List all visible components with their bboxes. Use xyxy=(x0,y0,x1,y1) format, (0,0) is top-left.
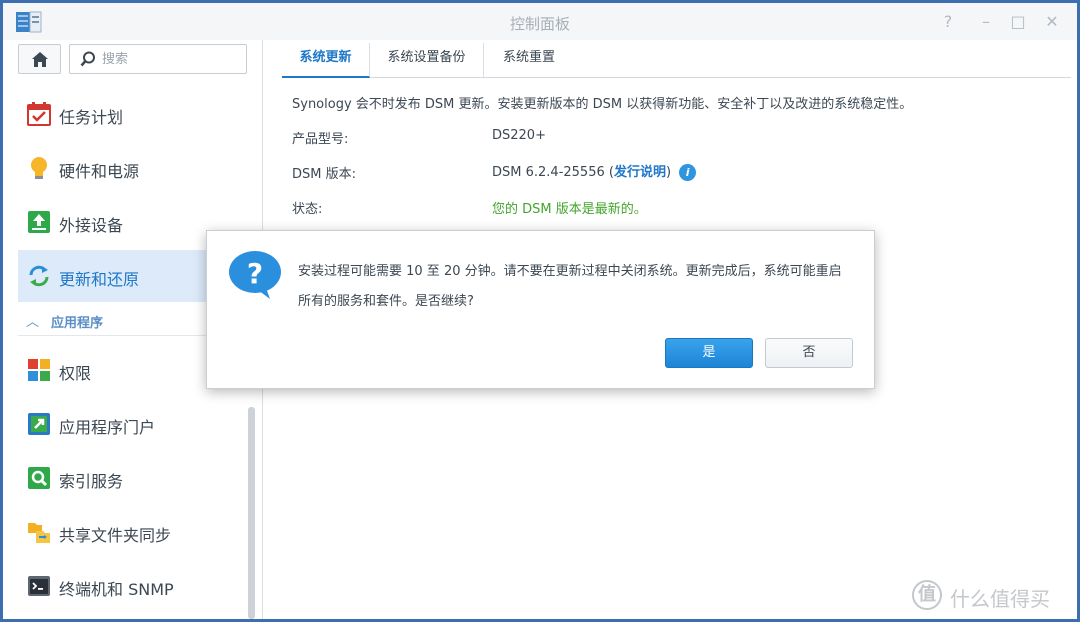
update-intro-text: Synology 会不时发布 DSM 更新。安装更新版本的 DSM 以获得新功能… xyxy=(292,97,913,112)
sidebar-item-label: 终端机和 SNMP xyxy=(59,580,174,599)
question-icon: ? xyxy=(229,251,281,299)
lightbulb-icon xyxy=(31,157,47,179)
sidebar-item-label: 索引服务 xyxy=(59,472,124,491)
watermark: 值 什么值得买 xyxy=(912,580,1072,612)
close-button[interactable]: ✕ xyxy=(1042,12,1062,32)
window-title: 控制面板 xyxy=(509,15,570,33)
terminal-icon xyxy=(28,576,50,596)
model-value: DS220+ xyxy=(492,128,546,143)
external-device-icon xyxy=(28,211,50,233)
search-icon xyxy=(80,51,95,67)
chevron-up-icon: ︿ xyxy=(26,315,40,330)
sidebar-item-indexing-service[interactable]: 索引服务 xyxy=(18,452,208,504)
search-box[interactable] xyxy=(69,44,247,74)
sidebar-scrollbar[interactable] xyxy=(248,407,255,619)
status-value: 您的 DSM 版本是最新的。 xyxy=(492,202,647,217)
title-bar: 控制面板 ? – □ ✕ xyxy=(3,3,1077,40)
folder-sync-icon xyxy=(28,523,50,543)
search-input[interactable] xyxy=(102,49,242,69)
update-restore-icon xyxy=(29,265,49,287)
sidebar-item-hardware-power[interactable]: 硬件和电源 xyxy=(18,142,208,194)
sidebar-item-task-scheduler[interactable]: 任务计划 xyxy=(18,88,208,140)
sidebar-item-label: 更新和还原 xyxy=(59,270,140,289)
sidebar-item-label: 应用程序门户 xyxy=(59,418,156,437)
section-label: 应用程序 xyxy=(51,316,104,331)
sidebar-item-external-devices[interactable]: 外接设备 xyxy=(18,196,208,248)
tab-config-backup[interactable]: 系统设置备份 xyxy=(370,43,484,78)
help-button[interactable]: ? xyxy=(938,12,958,32)
yes-button[interactable]: 是 xyxy=(665,338,753,368)
sidebar-item-terminal-snmp[interactable]: 终端机和 SNMP xyxy=(18,560,208,612)
sidebar-item-label: 任务计划 xyxy=(59,108,124,127)
home-icon xyxy=(32,52,48,67)
tab-bar: 系统更新 系统设置备份 系统重置 xyxy=(282,40,1071,78)
watermark-logo: 值 xyxy=(912,580,942,610)
sidebar-item-privileges[interactable]: 权限 xyxy=(18,344,208,396)
privileges-icon xyxy=(28,359,50,381)
tab-system-reset[interactable]: 系统重置 xyxy=(484,43,574,78)
sidebar-item-label: 共享文件夹同步 xyxy=(59,526,172,545)
tab-system-update[interactable]: 系统更新 xyxy=(282,43,370,78)
sidebar-item-update-restore[interactable]: 更新和还原 xyxy=(18,250,208,302)
app-portal-icon xyxy=(28,413,50,435)
dsm-version-row: DSM 6.2.4-25556 (发行说明) i xyxy=(492,161,697,181)
calendar-check-icon xyxy=(27,102,51,126)
dialog-message-line2: 所有的服务和套件。是否继续? xyxy=(298,294,474,309)
sidebar-item-label: 硬件和电源 xyxy=(59,162,140,181)
confirm-dialog: ? 安装过程可能需要 10 至 20 分钟。请不要在更新过程中关闭系统。更新完成… xyxy=(206,230,875,389)
watermark-text: 什么值得买 xyxy=(950,587,1050,611)
dsm-version-value: DSM 6.2.4-25556 xyxy=(492,165,605,180)
svg-text:?: ? xyxy=(247,257,263,290)
sidebar-item-application-portal[interactable]: 应用程序门户 xyxy=(18,398,208,450)
maximize-button[interactable]: □ xyxy=(1008,12,1028,32)
info-icon[interactable]: i xyxy=(679,164,697,181)
status-label: 状态: xyxy=(292,202,323,217)
indexing-icon xyxy=(28,467,50,489)
paren-close: ) xyxy=(665,165,672,180)
minimize-button[interactable]: – xyxy=(976,12,996,32)
no-button[interactable]: 否 xyxy=(765,338,853,368)
sidebar-item-label: 权限 xyxy=(59,364,92,383)
release-notes-link[interactable]: 发行说明 xyxy=(614,165,666,180)
home-button[interactable] xyxy=(18,44,61,74)
sidebar-item-shared-folder-sync[interactable]: 共享文件夹同步 xyxy=(18,506,208,558)
model-label: 产品型号: xyxy=(292,132,349,147)
dialog-message-line1: 安装过程可能需要 10 至 20 分钟。请不要在更新过程中关闭系统。更新完成后，… xyxy=(298,264,842,279)
sidebar-item-label: 外接设备 xyxy=(59,216,124,235)
dsm-version-label: DSM 版本: xyxy=(292,167,356,182)
